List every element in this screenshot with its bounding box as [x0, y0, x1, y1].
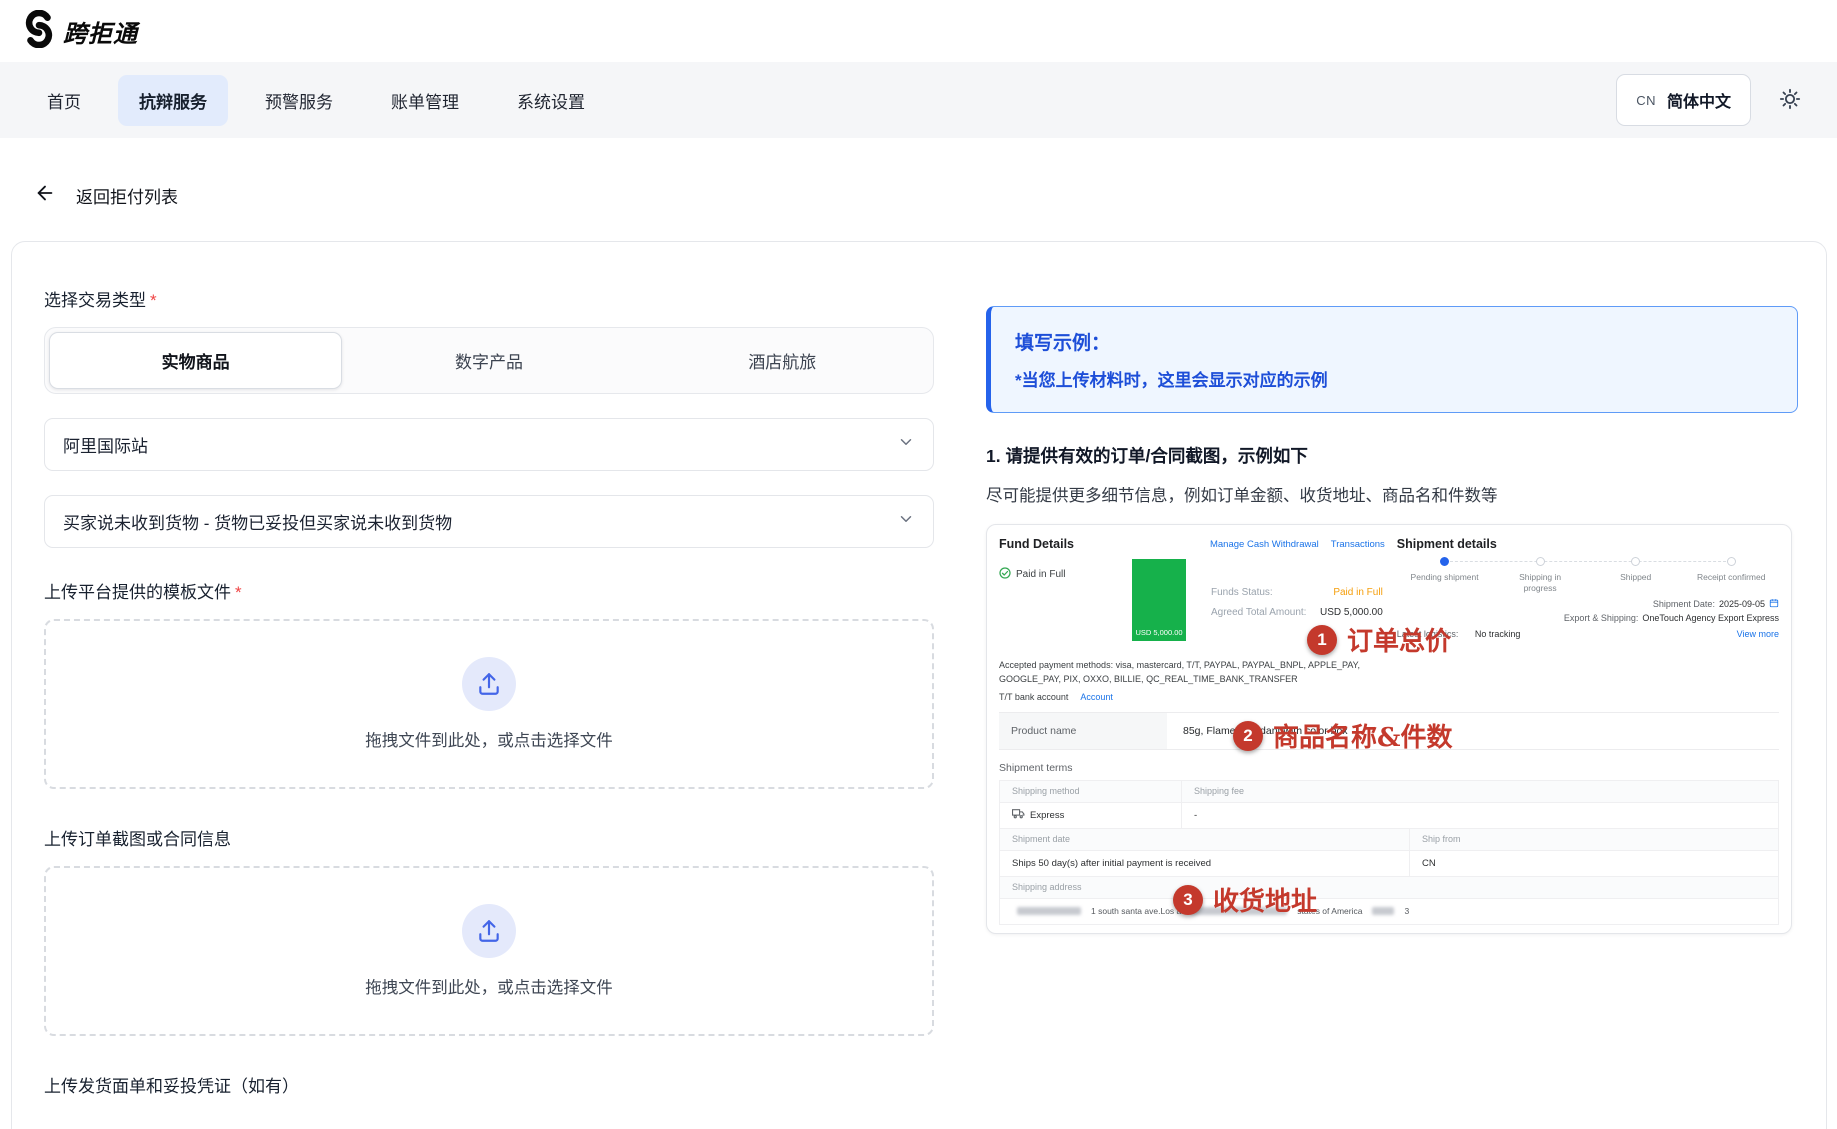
annotation-product-name-qty: 2 商品名称&件数 — [1233, 717, 1452, 754]
redacted-text — [1372, 907, 1394, 915]
example-step-title: 1. 请提供有效的订单/合同截图，示例如下 — [986, 443, 1798, 468]
table-row: Ships 50 day(s) after initial payment is… — [1000, 851, 1778, 877]
dispute-reason-select[interactable]: 买家说未收到货物 - 货物已妥投但买家说未收到货物 — [44, 495, 934, 548]
tab-physical-goods[interactable]: 实物商品 — [49, 332, 342, 389]
form-column: 选择交易类型* 实物商品 数字产品 酒店航旅 阿里国际站 买家说未收到货物 - … — [44, 286, 934, 1129]
arrow-left-icon — [34, 182, 56, 209]
sun-icon — [1779, 88, 1801, 113]
example-step-description: 尽可能提供更多细节信息，例如订单金额、收货地址、商品名和件数等 — [986, 482, 1798, 506]
chevron-down-icon — [897, 510, 915, 533]
example-panel: 填写示例： *当您上传材料时，这里会显示对应的示例 1. 请提供有效的订单/合同… — [986, 286, 1798, 1129]
progress-step: Shipping in progress — [1492, 557, 1588, 594]
platform-select[interactable]: 阿里国际站 — [44, 418, 934, 471]
example-notice: 填写示例： *当您上传材料时，这里会显示对应的示例 — [986, 306, 1798, 413]
agreed-amount-row: Agreed Total Amount: USD 5,000.00 — [1211, 607, 1383, 618]
calendar-icon — [1769, 598, 1779, 610]
top-header: 跨拒通 — [0, 0, 1837, 62]
chevron-down-icon — [897, 433, 915, 456]
required-asterisk: * — [235, 583, 242, 602]
tab-digital-products[interactable]: 数字产品 — [342, 332, 635, 389]
main-navbar: 首页 抗辩服务 预警服务 账单管理 系统设置 CN 简体中文 — [0, 62, 1837, 138]
upload-icon — [462, 904, 516, 958]
step-dot-icon — [1631, 557, 1640, 566]
redacted-text — [1017, 907, 1081, 915]
shipment-terms-title: Shipment terms — [999, 762, 1779, 774]
truck-icon — [1012, 808, 1025, 822]
example-notice-subtitle: *当您上传材料时，这里会显示对应的示例 — [1015, 366, 1773, 391]
upload-hint: 拖拽文件到此处，或点击选择文件 — [365, 727, 613, 751]
dispute-reason-value: 买家说未收到货物 - 货物已妥投但买家说未收到货物 — [63, 509, 452, 534]
shipment-details-title: Shipment details — [1397, 533, 1779, 555]
brand: 跨拒通 — [22, 10, 138, 53]
fund-details-title: Fund Details — [999, 537, 1074, 551]
example-shot-columns: Fund Details Manage Cash Withdrawal Tran… — [999, 533, 1779, 702]
upload-hint: 拖拽文件到此处，或点击选择文件 — [365, 974, 613, 998]
theme-toggle-button[interactable] — [1769, 79, 1811, 121]
annotation-3-badge: 3 — [1173, 885, 1203, 915]
nav-item-warning-service[interactable]: 预警服务 — [244, 75, 354, 126]
annotation-1-badge: 1 — [1307, 625, 1337, 655]
manage-cash-withdrawal-link: Manage Cash Withdrawal — [1210, 539, 1319, 550]
shipment-progress-steps: Pending shipment Shipping in progress Sh… — [1397, 557, 1779, 594]
progress-step: Receipt confirmed — [1683, 557, 1779, 594]
export-shipping-row: Export & Shipping: OneTouch Agency Expor… — [1397, 613, 1779, 623]
annotation-shipping-address: 3 收货地址 — [1173, 881, 1317, 918]
brand-logo-icon — [22, 10, 56, 53]
annotation-order-total: 1 订单总价 — [1307, 621, 1451, 658]
required-asterisk: * — [150, 291, 157, 310]
annotation-2-badge: 2 — [1233, 721, 1263, 751]
tab-hotel-travel[interactable]: 酒店航旅 — [636, 332, 929, 389]
nav-items: 首页 抗辩服务 预警服务 账单管理 系统设置 — [26, 75, 606, 126]
progress-step: Pending shipment — [1397, 557, 1493, 594]
language-label: 简体中文 — [1667, 88, 1731, 112]
table-header-row: Shipment date Ship from — [1000, 829, 1778, 851]
accepted-payment-methods: Accepted payment methods: visa, masterca… — [999, 659, 1385, 687]
table-row: 1 south santa ave.Los a states of Americ… — [1000, 899, 1778, 925]
nav-item-settings[interactable]: 系统设置 — [496, 75, 606, 126]
view-more-link: View more — [1737, 629, 1779, 639]
nav-right: CN 简体中文 — [1616, 74, 1811, 126]
shipment-details-section: Shipment details Pending shipment Shippi… — [1397, 533, 1779, 702]
funds-status-row: Funds Status: Paid in Full — [1211, 587, 1383, 598]
upload-icon — [462, 657, 516, 711]
transactions-link: Transactions — [1331, 539, 1385, 550]
nav-item-defense-service[interactable]: 抗辩服务 — [118, 75, 228, 126]
shipping-address-value: 1 south santa ave.Los a states of Americ… — [1000, 899, 1778, 924]
order-screenshot-upload-label: 上传订单截图或合同信息 — [44, 825, 934, 850]
nav-item-home[interactable]: 首页 — [26, 75, 102, 126]
account-link: Account — [1080, 692, 1113, 702]
back-label: 返回拒付列表 — [76, 183, 178, 208]
example-notice-title: 填写示例： — [1015, 328, 1773, 355]
step-dot-icon — [1536, 557, 1545, 566]
platform-select-value: 阿里国际站 — [63, 432, 148, 457]
progress-step: Shipped — [1588, 557, 1684, 594]
product-name-label: Product name — [999, 713, 1167, 749]
waybill-upload-label: 上传发货面单和妥投凭证（如有） — [44, 1072, 934, 1097]
template-upload-dropzone[interactable]: 拖拽文件到此处，或点击选择文件 — [44, 619, 934, 789]
check-circle-icon — [999, 567, 1011, 582]
language-selector-button[interactable]: CN 简体中文 — [1616, 74, 1751, 126]
table-row: Express - — [1000, 803, 1778, 829]
table-header-row: Shipping method Shipping fee — [1000, 781, 1778, 803]
fund-details-section: Fund Details Manage Cash Withdrawal Tran… — [999, 533, 1397, 702]
transaction-type-tabs: 实物商品 数字产品 酒店航旅 — [44, 327, 934, 394]
paid-amount-bar: USD 5,000.00 — [1132, 559, 1186, 641]
shipment-terms-table: Shipping method Shipping fee Express - — [999, 780, 1779, 925]
transaction-type-label: 选择交易类型* — [44, 286, 934, 311]
order-screenshot-dropzone[interactable]: 拖拽文件到此处，或点击选择文件 — [44, 866, 934, 1036]
dispute-form-card: 选择交易类型* 实物商品 数字产品 酒店航旅 阿里国际站 买家说未收到货物 - … — [11, 241, 1827, 1129]
nav-item-billing[interactable]: 账单管理 — [370, 75, 480, 126]
language-code: CN — [1636, 93, 1656, 108]
brand-name: 跨拒通 — [63, 14, 138, 49]
step-dot-icon — [1727, 557, 1736, 566]
latest-logistics-row: Latest logistics: No tracking View more — [1397, 629, 1779, 639]
back-link[interactable]: 返回拒付列表 — [34, 182, 1837, 209]
tt-bank-account-label: T/T bank account — [999, 692, 1068, 702]
example-order-screenshot: Fund Details Manage Cash Withdrawal Tran… — [986, 524, 1792, 934]
paid-in-full-badge: Paid in Full — [999, 567, 1065, 582]
shipment-date-row: Shipment Date: 2025-09-05 — [1397, 598, 1779, 610]
table-header-row: Shipping address — [1000, 877, 1778, 899]
template-upload-label: 上传平台提供的模板文件* — [44, 578, 934, 603]
step-dot-icon — [1440, 557, 1449, 566]
